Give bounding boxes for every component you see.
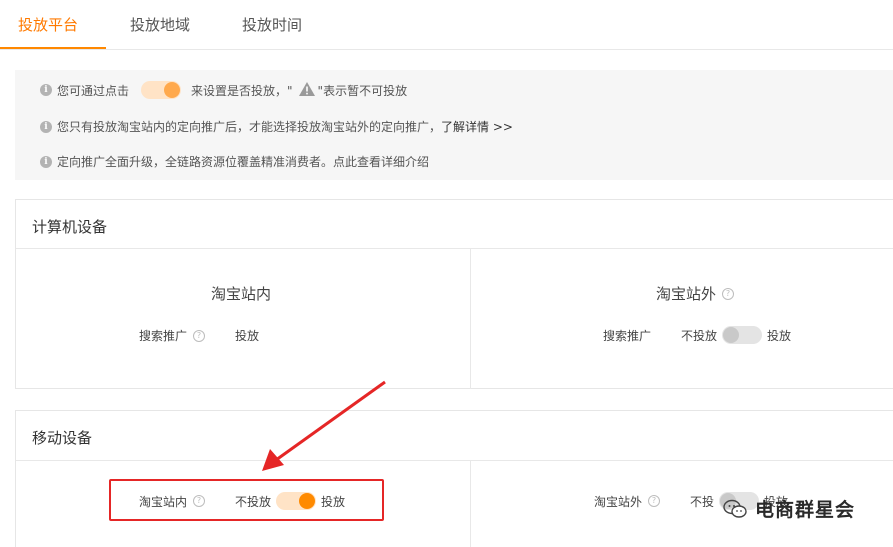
tab-time[interactable]: 投放时间 [242,14,302,35]
pc-outside-off-label: 不投放 [681,328,718,343]
pc-outside-row: 搜索推广 不投放 投放 [603,326,791,344]
help-icon[interactable]: ? [722,287,735,300]
pc-inside-row: 搜索推广 ? 投放 [139,327,259,344]
tab-region[interactable]: 投放地域 [130,14,190,35]
example-toggle [141,81,182,99]
notice-line-2: i 您只有投放淘宝站内的定向推广后，才能选择投放淘宝站外的定向推广， 了解详情 … [40,118,513,135]
help-icon[interactable]: ? [193,329,206,342]
mobile-outside-off-label: 不投 [690,494,715,509]
divider [16,460,893,461]
tab-bar: 投放平台 投放地域 投放时间 [0,0,893,50]
pc-inside-row-label: 搜索推广 [139,329,188,343]
notice-line-3-text[interactable]: 定向推广全面升级，全链路资源位覆盖精准消费者。点此查看详细介绍 [57,153,429,170]
tab-platform[interactable]: 投放平台 [18,14,78,35]
active-tab-indicator [0,47,106,49]
learn-more-link[interactable]: 了解详情 >> [441,118,513,135]
column-divider [470,248,471,389]
notice-line-3[interactable]: i 定向推广全面升级，全链路资源位覆盖精准消费者。点此查看详细介绍 [40,153,429,170]
help-icon[interactable]: ? [648,495,661,507]
pc-device-section: 计算机设备 淘宝站内 搜索推广 ? 投放 淘宝站外 ? 搜索推广 不投放 投放 [15,199,893,389]
notice-line-1-prefix: 您可通过点击 [57,83,130,98]
pc-outside-row-label: 搜索推广 [603,328,652,343]
info-icon: i [40,120,52,133]
column-divider [470,460,471,547]
annotation-highlight-box [109,479,384,521]
info-icon: i [40,155,52,168]
pc-outside-toggle[interactable] [722,326,763,344]
wechat-icon [723,499,747,518]
pc-inside-title: 淘宝站内 [211,285,272,303]
watermark: 电商群星会 [723,495,855,522]
mobile-outside-label: 淘宝站外 [594,494,643,509]
notice-panel: i 您可通过点击 来设置是否投放，" "表示暂不可投放 i 您只有投放淘宝站内的… [15,70,893,180]
notice-line-2-text: 您只有投放淘宝站内的定向推广后，才能选择投放淘宝站外的定向推广， [57,120,442,134]
warning-icon [298,81,315,99]
pc-outside-on-label: 投放 [767,328,792,343]
notice-line-1: i 您可通过点击 来设置是否投放，" "表示暂不可投放 [40,81,407,99]
watermark-text: 电商群星会 [755,499,856,521]
pc-outside-title-wrap: 淘宝站外 ? [656,283,735,304]
pc-section-title: 计算机设备 [32,218,108,236]
pc-outside-title: 淘宝站外 [656,285,717,303]
info-icon: i [40,84,52,96]
divider [16,248,893,249]
pc-inside-status: 投放 [235,329,260,343]
notice-line-1-suffix: "表示暂不可投放 [317,83,408,98]
mobile-section-title: 移动设备 [32,429,93,447]
notice-line-1-middle: 来设置是否投放，" [191,83,293,98]
